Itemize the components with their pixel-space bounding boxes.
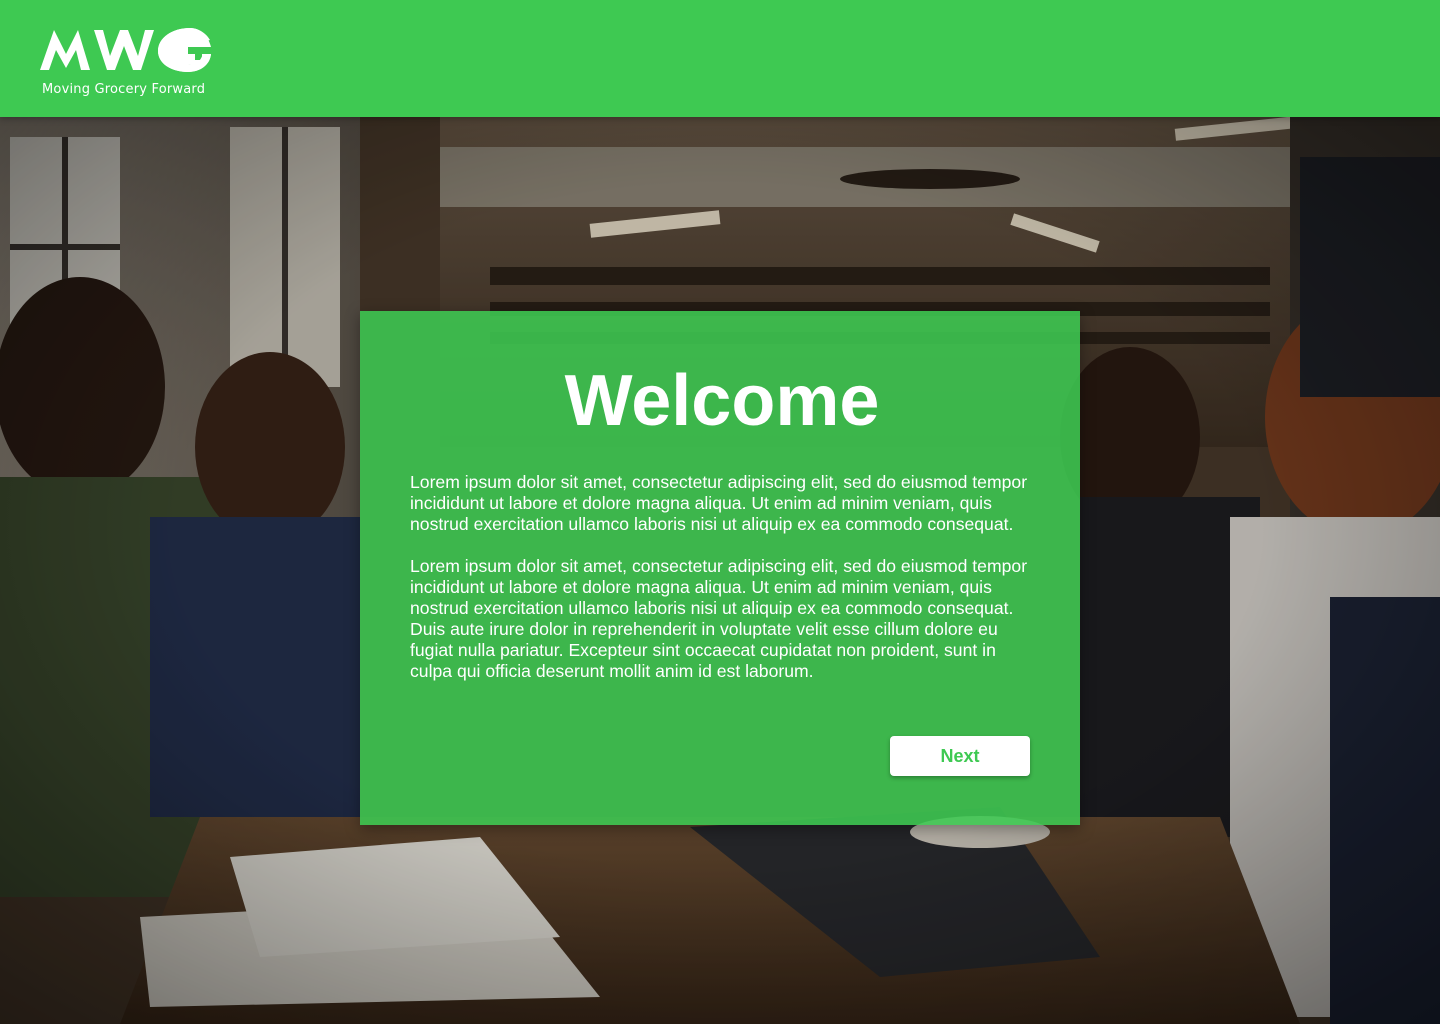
welcome-body: Lorem ipsum dolor sit amet, consectetur … [410, 472, 1040, 703]
next-button[interactable]: Next [890, 736, 1030, 776]
app-header: Moving Grocery Forward [0, 0, 1440, 117]
welcome-paragraph-1: Lorem ipsum dolor sit amet, consectetur … [410, 472, 1028, 534]
welcome-page: Moving Grocery Forward Welcome Lorem ips… [0, 0, 1440, 1024]
logo-tagline: Moving Grocery Forward [42, 82, 206, 97]
welcome-paragraph-2: Lorem ipsum dolor sit amet, consectetur … [410, 556, 1028, 681]
welcome-card: Welcome Lorem ipsum dolor sit amet, cons… [360, 311, 1080, 825]
mwg-logo-mark [40, 28, 211, 72]
welcome-title: Welcome [564, 361, 880, 441]
mwg-logo[interactable]: Moving Grocery Forward [40, 24, 220, 100]
